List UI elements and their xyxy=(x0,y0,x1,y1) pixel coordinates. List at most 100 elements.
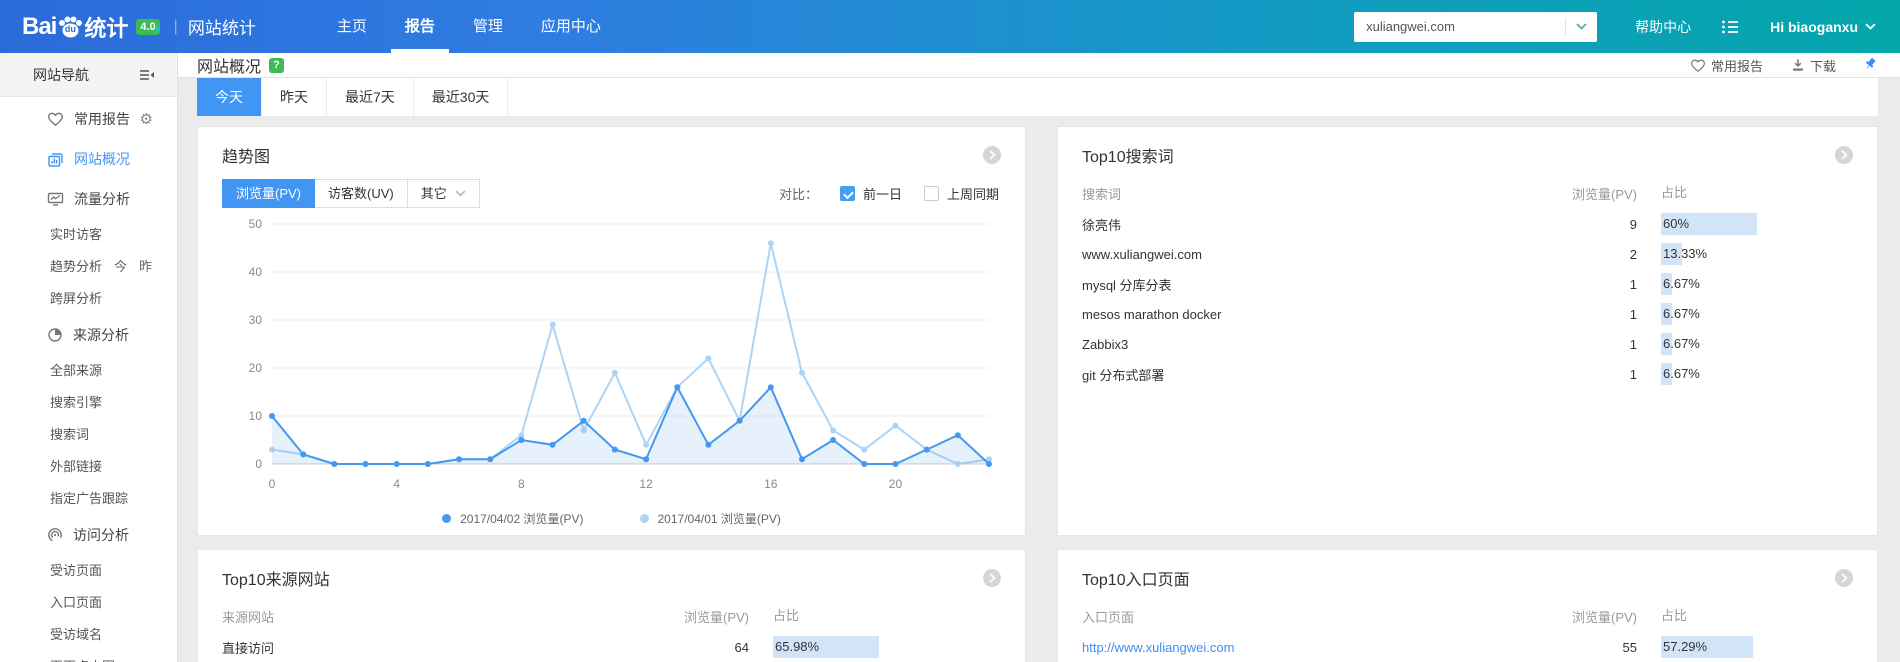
sidebar-item-搜索词[interactable]: 搜索词 xyxy=(0,417,177,449)
nav-item-管理[interactable]: 管理 xyxy=(454,0,522,53)
top-entry-table: 入口页面 浏览量(PV) 占比 http://www.xuliangwei.co… xyxy=(1082,600,1831,662)
logo-text-bai: Bai xyxy=(22,12,57,40)
tab-最近7天[interactable]: 最近7天 xyxy=(327,78,414,116)
table-row: Zabbix3 1 6.67% xyxy=(1082,329,1831,359)
page-title: 网站概况 xyxy=(197,59,262,76)
row-name: Zabbix3 xyxy=(1082,336,1129,352)
checkbox[interactable] xyxy=(839,186,855,201)
favorite-report-button[interactable]: 常用报告 xyxy=(1690,56,1763,75)
sidebar-item-入口页面[interactable]: 入口页面 xyxy=(0,585,177,617)
row-share: 6.67% xyxy=(1661,299,1831,329)
site-selector-value: xuliangwei.com xyxy=(1366,19,1455,34)
table-header-row: 入口页面 浏览量(PV) 占比 xyxy=(1082,608,1688,625)
checkbox[interactable] xyxy=(923,186,939,201)
svg-text:12: 12 xyxy=(639,477,653,491)
card-expand-button[interactable] xyxy=(983,569,1001,587)
baidu-paw-icon: du xyxy=(57,15,83,39)
top-source-sites-card: Top10来源网站 来源网站 浏览量(PV) 占比 直接访问 64 65.98% xyxy=(197,549,1026,662)
metric-button-浏览量(PV)[interactable]: 浏览量(PV) xyxy=(222,179,316,208)
card-title: 趋势图 xyxy=(222,149,271,166)
collapse-sidebar-icon[interactable] xyxy=(138,67,155,83)
user-menu[interactable]: Hi biaoganxu xyxy=(1770,19,1876,35)
sidebar-item-受访页面[interactable]: 受访页面 xyxy=(0,553,177,585)
help-question-icon[interactable]: ? xyxy=(269,57,285,73)
baidu-tongji-logo[interactable]: Bai du 统计 4.0 | 网站统计 xyxy=(22,11,256,43)
download-icon xyxy=(1792,59,1803,71)
card-expand-button[interactable] xyxy=(983,146,1001,164)
tab-今天[interactable]: 今天 xyxy=(197,78,262,116)
svg-text:8: 8 xyxy=(518,477,525,491)
row-share: 6.67% xyxy=(1661,359,1831,389)
table-row: mesos marathon docker 1 6.67% xyxy=(1082,299,1831,329)
date-range-tabs: 今天 昨天 最近7天 最近30天 xyxy=(197,78,1878,116)
heart-icon xyxy=(47,111,64,127)
row-name: 徐亮伟 xyxy=(1082,217,1122,233)
sidebar-item-实时访客[interactable]: 实时访客 xyxy=(0,217,177,249)
sidebar: 网站导航 常用报告 ⚙ 网站概况 流量分析 实时访客 趋势分析今昨跨屏分析 来源分析 全部来源… xyxy=(0,53,178,662)
legend-item[interactable]: 2017/04/01 浏览量(PV) xyxy=(639,510,781,527)
other-metric-select[interactable]: 其它 xyxy=(407,179,480,208)
nav-item-主页[interactable]: 主页 xyxy=(318,0,386,53)
download-button[interactable]: 下载 xyxy=(1791,56,1836,75)
row-pv: 1 xyxy=(1629,336,1637,352)
svg-text:20: 20 xyxy=(249,361,263,375)
sidebar-item-常用报告[interactable]: 常用报告 ⚙ xyxy=(0,101,177,137)
sidebar-item-指定广告跟踪[interactable]: 指定广告跟踪 xyxy=(0,481,177,513)
card-expand-button[interactable] xyxy=(1835,146,1853,164)
site-selector[interactable]: xuliangwei.com xyxy=(1354,11,1598,42)
table-header-row: 来源网站 浏览量(PV) 占比 xyxy=(222,608,800,625)
top-navigation: 主页 报告 管理 应用中心 xyxy=(318,0,620,53)
compare-controls: 对比： 前一日 上周同期 xyxy=(779,184,1001,203)
sidebar-item-来源分析[interactable]: 来源分析 xyxy=(0,317,177,353)
nav-item-报告[interactable]: 报告 xyxy=(386,0,454,53)
heart-icon xyxy=(1690,58,1705,72)
help-center-link[interactable]: 帮助中心 xyxy=(1635,17,1691,37)
row-pv: 1 xyxy=(1629,276,1637,292)
svg-text:0: 0 xyxy=(269,477,276,491)
row-name: mysql 分库分表 xyxy=(1082,277,1172,293)
chevron-down-icon[interactable] xyxy=(1565,17,1597,36)
legend-item[interactable]: 2017/04/02 浏览量(PV) xyxy=(442,510,584,527)
arcs-icon xyxy=(47,527,63,543)
quick-link-昨[interactable]: 昨 xyxy=(139,256,152,275)
report-list-icon[interactable] xyxy=(1721,19,1740,35)
metric-button-访客数(UV)[interactable]: 访客数(UV) xyxy=(315,179,408,208)
sidebar-item-访问分析[interactable]: 访问分析 xyxy=(0,517,177,553)
sidebar-item-全部来源[interactable]: 全部来源 xyxy=(0,353,177,385)
svg-text:4: 4 xyxy=(393,477,400,491)
sidebar-item-流量分析[interactable]: 流量分析 xyxy=(0,181,177,217)
header-right: xuliangwei.com 帮助中心 Hi biaoganxu xyxy=(1354,11,1876,42)
nav-item-应用中心[interactable]: 应用中心 xyxy=(522,0,620,53)
metric-switcher: 浏览量(PV) 访客数(UV) 其它 xyxy=(222,179,480,208)
version-badge: 4.0 xyxy=(136,18,160,35)
sidebar-item-受访域名[interactable]: 受访域名 xyxy=(0,617,177,649)
table-row: mysql 分库分表 1 6.67% xyxy=(1082,269,1831,299)
pin-icon[interactable] xyxy=(1860,56,1878,74)
row-name[interactable]: http://www.xuliangwei.com xyxy=(1082,640,1547,655)
sidebar-item-页面点击图[interactable]: 页面点击图 xyxy=(0,649,177,662)
card-title: Top10搜索词 xyxy=(1082,149,1174,166)
chevron-down-icon xyxy=(1865,23,1876,30)
sidebar-item-趋势分析[interactable]: 趋势分析今昨 xyxy=(0,249,177,281)
tab-最近30天[interactable]: 最近30天 xyxy=(414,78,509,116)
row-name: 直接访问 xyxy=(222,640,275,656)
sidebar-item-网站概况[interactable]: 网站概况 xyxy=(0,141,177,177)
card-expand-button[interactable] xyxy=(1835,569,1853,587)
quick-link-今[interactable]: 今 xyxy=(114,256,127,275)
trend-chart: 0 10 20 30 40 50 0 4 8 12 16 20 xyxy=(249,217,992,491)
sidebar-item-外部链接[interactable]: 外部链接 xyxy=(0,449,177,481)
gear-icon[interactable]: ⚙ xyxy=(140,110,153,128)
svg-text:10: 10 xyxy=(249,409,263,423)
compare-option-上周同期[interactable]: 上周同期 xyxy=(923,184,999,203)
row-share: 13.33% xyxy=(1661,239,1831,269)
pie-icon xyxy=(47,327,63,343)
row-pv: 55 xyxy=(1622,639,1637,655)
tab-昨天[interactable]: 昨天 xyxy=(262,78,327,116)
row-pv: 64 xyxy=(734,639,749,655)
table-row: 徐亮伟 9 60% xyxy=(1082,209,1831,239)
compare-option-前一日[interactable]: 前一日 xyxy=(839,184,902,203)
sidebar-item-搜索引擎[interactable]: 搜索引擎 xyxy=(0,385,177,417)
card-title: Top10来源网站 xyxy=(222,572,330,589)
sidebar-item-跨屏分析[interactable]: 跨屏分析 xyxy=(0,281,177,313)
app-header: Bai du 统计 4.0 | 网站统计 主页 报告 管理 应用中心 xuliangw… xyxy=(0,0,1900,53)
